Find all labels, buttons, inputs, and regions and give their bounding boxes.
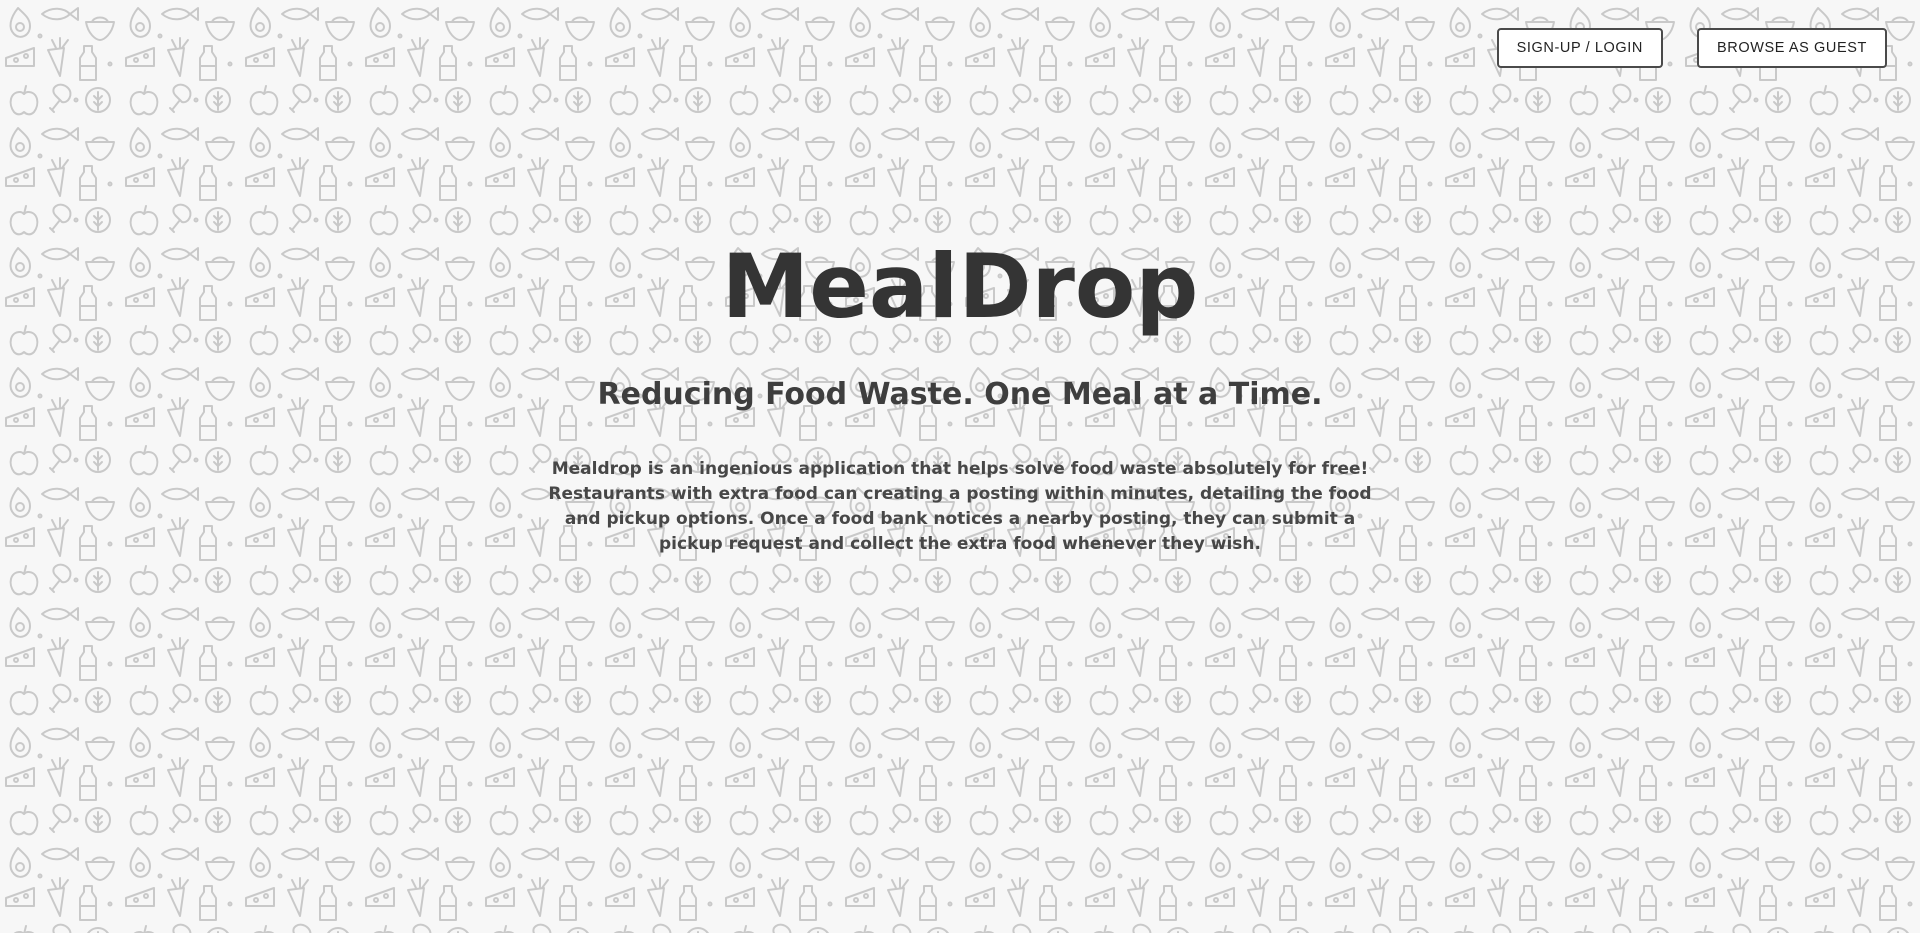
browse-as-guest-button[interactable]: BROWSE AS GUEST	[1697, 28, 1887, 68]
app-description: Mealdrop is an ingenious application tha…	[548, 459, 1372, 554]
tagline: Reducing Food Waste. One Meal at a Time.	[597, 377, 1323, 412]
top-nav: SIGN-UP / LOGIN BROWSE AS GUEST	[1496, 28, 1887, 68]
signup-login-button[interactable]: SIGN-UP / LOGIN	[1496, 28, 1663, 68]
app-title: MealDrop	[721, 235, 1199, 338]
